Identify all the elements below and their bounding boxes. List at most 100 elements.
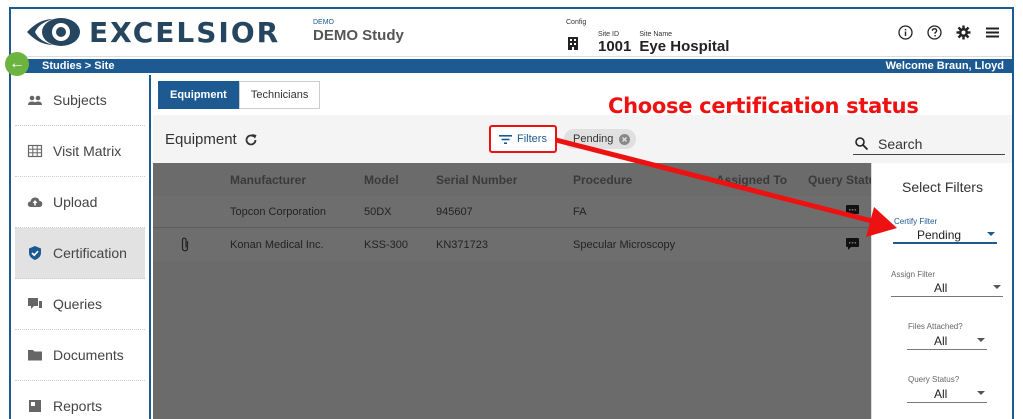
sidebar-item-documents[interactable]: Documents: [15, 330, 145, 381]
toolbar: Equipment Filters Pending Search: [153, 115, 1012, 163]
annotation-callout: Choose certification status: [608, 94, 919, 118]
cell-manufacturer: Topcon Corporation: [230, 206, 327, 218]
files-attached-value: All: [934, 334, 948, 348]
site-name-col: Site Name Eye Hospital: [639, 31, 729, 55]
col-manufacturer[interactable]: Manufacturer: [230, 173, 306, 187]
site-id-label: Site ID: [598, 31, 620, 38]
config-label: Config: [566, 19, 587, 26]
sidebar-item-reports[interactable]: Reports: [15, 381, 145, 419]
menu-icon[interactable]: [985, 25, 1000, 40]
sidebar-item-upload[interactable]: Upload: [15, 177, 145, 228]
equipment-table: Manufacturer Model Serial Number Procedu…: [153, 163, 883, 419]
certify-filter-label: Certify Filter: [894, 217, 938, 226]
chip-remove-icon[interactable]: [619, 133, 631, 145]
search-icon: [855, 137, 868, 150]
eye-logo-icon: [27, 18, 80, 46]
filters-label: Filters: [517, 133, 547, 145]
search-placeholder: Search: [878, 135, 923, 152]
query-status-label: Query Status?: [908, 375, 960, 384]
table-row[interactable]: Konan Medical Inc. KSS-300 KN371723 Spec…: [153, 229, 871, 261]
cell-model: KSS-300: [364, 239, 409, 251]
chevron-down-icon: [977, 391, 985, 395]
message-icon[interactable]: [846, 238, 859, 250]
certify-filter-select[interactable]: Pending: [893, 226, 997, 244]
report-icon: [29, 400, 41, 412]
main-content: Equipment Technicians Equipment Filters …: [153, 75, 1012, 419]
assign-filter-value: All: [934, 281, 948, 295]
tab-technicians[interactable]: Technicians: [238, 81, 321, 109]
sidebar-item-label: Visit Matrix: [53, 143, 122, 159]
people-icon: [28, 95, 42, 105]
page-title-text: Equipment: [165, 131, 237, 148]
site-name-label: Site Name: [639, 31, 673, 38]
query-status-select[interactable]: All: [907, 385, 987, 403]
study-info: DEMO DEMO Study: [313, 19, 404, 44]
cloud-upload-icon: [27, 197, 43, 207]
pending-filter-chip: Pending: [564, 129, 637, 149]
files-attached-select[interactable]: All: [907, 332, 987, 350]
sidebar-item-visit-matrix[interactable]: Visit Matrix: [15, 126, 145, 177]
sidebar-item-label: Certification: [53, 245, 127, 261]
cell-procedure: Specular Microscopy: [573, 239, 676, 251]
sidebar-item-queries[interactable]: Queries: [15, 279, 145, 330]
chevron-down-icon: [987, 232, 995, 236]
sidebar-item-label: Subjects: [53, 92, 107, 108]
filter-icon: [499, 134, 513, 144]
query-status-value: All: [934, 387, 948, 401]
cell-serial: KN371723: [436, 239, 488, 251]
sidebar-item-certification[interactable]: Certification: [15, 228, 145, 279]
tab-bar: Equipment Technicians: [158, 81, 321, 109]
sidebar-item-label: Documents: [53, 347, 124, 363]
study-label: DEMO: [313, 19, 334, 26]
page-title: Equipment: [165, 131, 258, 148]
site-id: 1001: [598, 38, 632, 55]
site-id-col: Site ID 1001: [598, 31, 631, 55]
header-actions: [898, 25, 1000, 40]
sidebar-item-label: Reports: [53, 398, 103, 414]
building-icon: [568, 37, 578, 50]
chevron-down-icon: [977, 338, 985, 342]
chat-icon: [28, 298, 42, 309]
logo: EXCELSIOR: [25, 15, 280, 49]
table-header: Manufacturer Model Serial Number Procedu…: [153, 163, 883, 195]
shield-check-icon: [29, 246, 41, 260]
info-icon[interactable]: [898, 25, 913, 40]
sidebar-item-label: Queries: [53, 296, 103, 312]
breadcrumb[interactable]: Studies > Site: [42, 60, 114, 72]
filters-button[interactable]: Filters: [489, 125, 557, 153]
refresh-icon[interactable]: [244, 133, 258, 147]
logo-text: EXCELSIOR: [89, 15, 281, 49]
table-row[interactable]: Topcon Corporation 50DX 945607 FA: [153, 196, 871, 228]
cell-procedure: FA: [573, 206, 587, 218]
certify-filter-value: Pending: [917, 228, 962, 242]
col-assigned-to[interactable]: Assigned To: [716, 173, 787, 187]
cell-model: 50DX: [364, 206, 392, 218]
tab-equipment[interactable]: Equipment: [158, 81, 239, 109]
site-info[interactable]: Config Site ID 1001 Site Name Eye Hospit…: [566, 19, 737, 55]
gear-icon[interactable]: [956, 25, 971, 40]
app-frame: EXCELSIOR DEMO DEMO Study Config Site ID…: [9, 7, 1014, 419]
grid-icon: [27, 144, 43, 158]
study-name: DEMO Study: [313, 27, 404, 44]
filters-panel: Select Filters Certify Filter Pending As…: [871, 163, 1012, 419]
files-attached-label: Files Attached?: [908, 322, 963, 331]
welcome-text: Welcome Braun, Lloyd: [885, 60, 1004, 72]
cell-manufacturer: Konan Medical Inc.: [230, 239, 324, 251]
sub-bar: Studies > Site Welcome Braun, Lloyd: [11, 59, 1012, 73]
help-icon[interactable]: [927, 25, 942, 40]
assign-filter-label: Assign Filter: [891, 270, 936, 279]
paperclip-icon[interactable]: [180, 237, 190, 252]
panel-title: Select Filters: [902, 179, 983, 195]
col-serial[interactable]: Serial Number: [436, 173, 517, 187]
col-procedure[interactable]: Procedure: [573, 173, 632, 187]
cell-serial: 945607: [436, 206, 473, 218]
folder-icon: [28, 350, 42, 361]
site-name: Eye Hospital: [639, 38, 730, 55]
message-icon[interactable]: [846, 205, 859, 217]
sidebar-item-subjects[interactable]: Subjects: [15, 75, 145, 126]
assign-filter-select[interactable]: All: [891, 279, 1003, 297]
col-model[interactable]: Model: [364, 173, 399, 187]
search-field[interactable]: Search: [853, 133, 1005, 155]
back-button[interactable]: ←: [5, 52, 29, 76]
sidebar-item-label: Upload: [53, 194, 98, 210]
